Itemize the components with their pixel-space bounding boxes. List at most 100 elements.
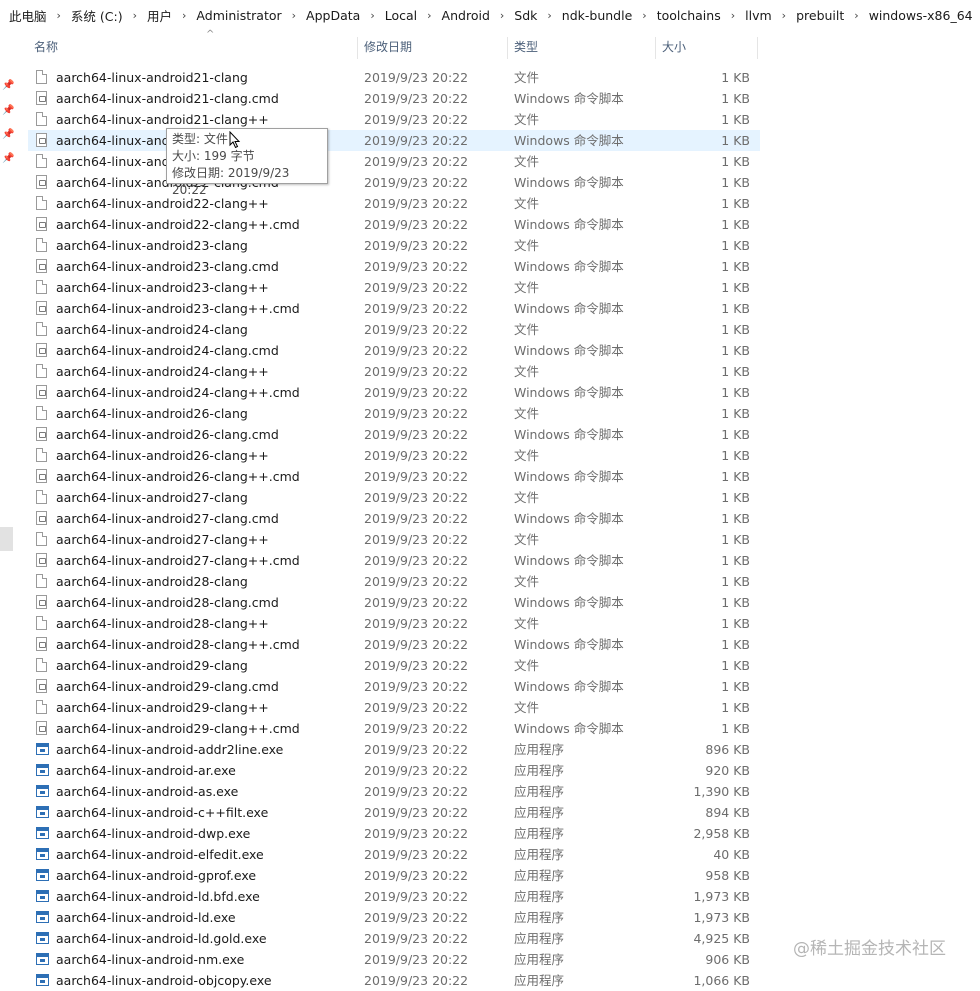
pin-icon[interactable]: 📌 [2, 105, 14, 117]
file-row[interactable]: aarch64-linux-android23-clang++.cmd 2019/… [28, 298, 760, 319]
file-row[interactable]: aarch64-linux-android23-clang.cmd 2019/9/… [28, 256, 760, 277]
file-row[interactable]: aarch64-linux-android-dwp.exe 2019/9/23 2… [28, 823, 760, 844]
pin-icon[interactable]: 📌 [2, 153, 14, 165]
breadcrumb-item[interactable]: 此电脑 [6, 6, 50, 25]
file-row[interactable]: aarch64-linux-android22-clang.cmd2019/9/… [28, 172, 760, 193]
file-row[interactable]: aarch64-linux-android-c++filt.exe 2019/9/… [28, 802, 760, 823]
breadcrumb-item[interactable]: AppData [303, 8, 363, 23]
breadcrumb-separator-icon[interactable]: › [976, 9, 980, 22]
breadcrumb-separator-icon[interactable]: › [175, 9, 193, 22]
breadcrumb-item[interactable]: windows-x86_64 [866, 8, 976, 23]
file-row[interactable]: aarch64-linux-android21-clang++ 2019/9/23… [28, 109, 760, 130]
file-type: 文件 [514, 658, 540, 673]
file-type: 文件 [514, 574, 540, 589]
file-row[interactable]: aarch64-linux-android-ld.exe 2019/9/23 20… [28, 907, 760, 928]
breadcrumb-item[interactable]: toolchains [654, 8, 724, 23]
file-row[interactable]: aarch64-linux-android-as.exe 2019/9/23 20… [28, 781, 760, 802]
nav-scrollbar-thumb[interactable] [0, 527, 13, 551]
file-row[interactable]: aarch64-linux-android23-clang++ 2019/9/23… [28, 277, 760, 298]
file-row[interactable]: aarch64-linux-android28-clang 2019/9/23 2… [28, 571, 760, 592]
file-row[interactable]: aarch64-linux-android28-clang.cmd 2019/9/… [28, 592, 760, 613]
file-list: aarch64-linux-android21-clang 2019/9/23 2… [28, 67, 760, 991]
file-date: 2019/9/23 20:22 [364, 112, 469, 127]
file-row[interactable]: aarch64-linux-android29-clang++ 2019/9/23… [28, 697, 760, 718]
file-row[interactable]: aarch64-linux-android27-clang++.cmd 2019/… [28, 550, 760, 571]
file-row[interactable]: aarch64-linux-android24-clang.cmd 2019/9/… [28, 340, 760, 361]
breadcrumb-item[interactable]: 系统 (C:) [68, 6, 126, 25]
file-row[interactable]: aarch64-linux-android27-clang 2019/9/23 2… [28, 487, 760, 508]
script-file-icon [36, 553, 47, 567]
file-type: 应用程序 [514, 805, 565, 820]
column-header-date[interactable]: 修改日期 [358, 33, 508, 61]
breadcrumb-item[interactable]: 用户 [144, 6, 175, 25]
file-row[interactable]: aarch64-linux-android27-clang.cmd 2019/9/… [28, 508, 760, 529]
file-row[interactable]: aarch64-linux-android24-clang++ 2019/9/23… [28, 361, 760, 382]
file-row[interactable]: aarch64-linux-android27-clang++ 2019/9/23… [28, 529, 760, 550]
file-row[interactable]: aarch64-linux-android26-clang++ 2019/9/23… [28, 445, 760, 466]
file-size: 1 KB [721, 259, 750, 274]
file-row[interactable]: aarch64-linux-android23-clang 2019/9/23 2… [28, 235, 760, 256]
file-name: aarch64-linux-android-elfedit.exe [56, 847, 264, 862]
file-row[interactable]: aarch64-linux-android24-clang 2019/9/23 2… [28, 319, 760, 340]
file-row[interactable]: aarch64-linux-android-elfedit.exe 2019/9/… [28, 844, 760, 865]
breadcrumb-separator-icon[interactable]: › [126, 9, 144, 22]
file-type: Windows 命令脚本 [514, 553, 624, 568]
file-icon [36, 532, 47, 546]
breadcrumb-separator-icon[interactable]: › [635, 9, 653, 22]
file-size: 1 KB [721, 511, 750, 526]
file-row[interactable]: aarch64-linux-android-ld.gold.exe 2019/9/… [28, 928, 760, 949]
breadcrumb-separator-icon[interactable]: › [285, 9, 303, 22]
file-row[interactable]: aarch64-linux-android28-clang++.cmd 2019/… [28, 634, 760, 655]
file-date: 2019/9/23 20:22 [364, 238, 469, 253]
file-size: 1,066 KB [693, 973, 750, 988]
file-row[interactable]: aarch64-linux-android26-clang.cmd 2019/9/… [28, 424, 760, 445]
breadcrumb-separator-icon[interactable]: › [724, 9, 742, 22]
file-row[interactable]: aarch64-linux-android-objcopy.exe 2019/9/… [28, 970, 760, 991]
file-row[interactable]: aarch64-linux-android22-clang++.cmd 2019/… [28, 214, 760, 235]
file-type: Windows 命令脚本 [514, 385, 624, 400]
file-row[interactable]: aarch64-linux-android22-clang 2019/9/23 2… [28, 151, 760, 172]
file-row[interactable]: aarch64-linux-android26-clang 2019/9/23 2… [28, 403, 760, 424]
application-icon [36, 932, 49, 944]
column-header-name[interactable]: 名称 [28, 33, 358, 61]
breadcrumb-separator-icon[interactable]: › [775, 9, 793, 22]
file-row[interactable]: aarch64-linux-android-ld.bfd.exe 2019/9/2… [28, 886, 760, 907]
breadcrumb-item[interactable]: Android [439, 8, 493, 23]
breadcrumb-item[interactable]: llvm [742, 8, 775, 23]
file-name: aarch64-linux-android-ld.bfd.exe [56, 889, 260, 904]
file-row[interactable]: aarch64-linux-android-addr2line.exe 2019/… [28, 739, 760, 760]
file-row[interactable]: aarch64-linux-android22-clang++ 2019/9/23… [28, 193, 760, 214]
file-row[interactable]: aarch64-linux-android24-clang++.cmd 2019/… [28, 382, 760, 403]
file-icon [36, 238, 47, 252]
breadcrumb-item[interactable]: ndk-bundle [559, 8, 635, 23]
breadcrumb-item[interactable]: Administrator [193, 8, 284, 23]
file-row[interactable]: aarch64-linux-android-nm.exe 2019/9/23 20… [28, 949, 760, 970]
file-row[interactable]: aarch64-linux-android21-clang 2019/9/23 2… [28, 67, 760, 88]
column-divider[interactable] [757, 37, 758, 59]
file-row[interactable]: aarch64-linux-android-gprof.exe 2019/9/23… [28, 865, 760, 886]
file-name: aarch64-linux-android21-clang.cmd [56, 91, 279, 106]
file-row[interactable]: aarch64-linux-android21-clang++.cmd2019/… [28, 130, 760, 151]
column-header-size[interactable]: 大小 [656, 33, 756, 61]
breadcrumb-item[interactable]: Local [382, 8, 420, 23]
file-row[interactable]: aarch64-linux-android29-clang 2019/9/23 2… [28, 655, 760, 676]
breadcrumb-separator-icon[interactable]: › [420, 9, 438, 22]
file-row[interactable]: aarch64-linux-android-ar.exe 2019/9/23 20… [28, 760, 760, 781]
file-icon [36, 112, 47, 126]
pin-icon[interactable]: 📌 [2, 80, 14, 92]
column-header-type[interactable]: 类型 [508, 33, 656, 61]
pin-icon[interactable]: 📌 [2, 129, 14, 141]
breadcrumb-separator-icon[interactable]: › [540, 9, 558, 22]
tooltip-type: 类型: 文件 [172, 132, 228, 146]
file-row[interactable]: aarch64-linux-android29-clang++.cmd 2019/… [28, 718, 760, 739]
breadcrumb-separator-icon[interactable]: › [493, 9, 511, 22]
breadcrumb-separator-icon[interactable]: › [50, 9, 68, 22]
breadcrumb-separator-icon[interactable]: › [847, 9, 865, 22]
breadcrumb-separator-icon[interactable]: › [363, 9, 381, 22]
breadcrumb-item[interactable]: Sdk [511, 8, 540, 23]
file-row[interactable]: aarch64-linux-android29-clang.cmd 2019/9/… [28, 676, 760, 697]
breadcrumb-item[interactable]: prebuilt [793, 8, 847, 23]
file-row[interactable]: aarch64-linux-android21-clang.cmd 2019/9/… [28, 88, 760, 109]
file-row[interactable]: aarch64-linux-android26-clang++.cmd 2019/… [28, 466, 760, 487]
file-row[interactable]: aarch64-linux-android28-clang++ 2019/9/23… [28, 613, 760, 634]
